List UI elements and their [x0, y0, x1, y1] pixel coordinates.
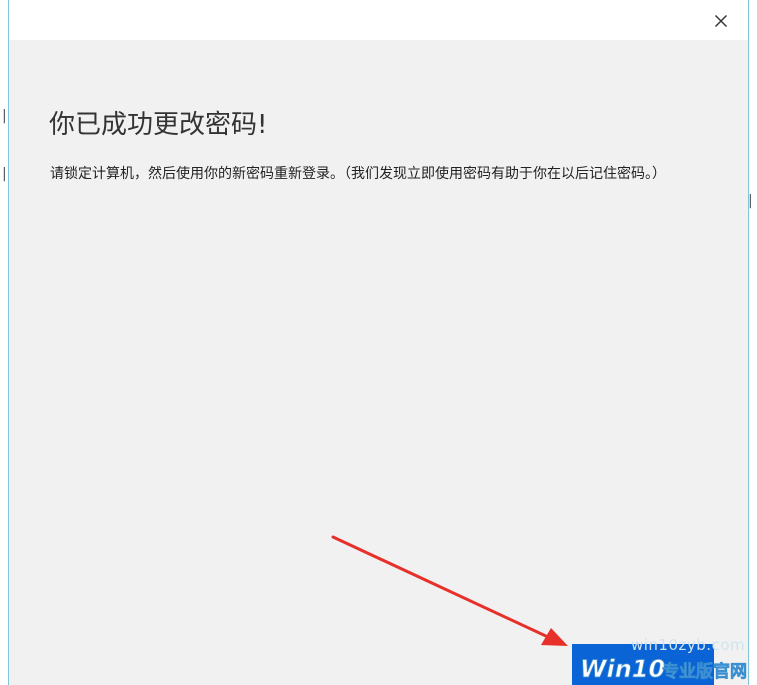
- success-heading: 你已成功更改密码!: [49, 110, 268, 140]
- watermark-logo: Win10 专业版官网: [580, 655, 748, 684]
- background-window-fragment: |: [2, 108, 7, 124]
- close-icon: [715, 15, 727, 27]
- instruction-message: 请锁定计算机，然后使用你的新密码重新登录。（我们发现立即使用密码有助于你在以后记…: [50, 166, 666, 182]
- dialog-title-bar: [9, 0, 748, 40]
- svg-text:Win10: Win10: [580, 655, 665, 683]
- change-password-dialog: 你已成功更改密码! 请锁定计算机，然后使用你的新密码重新登录。（我们发现立即使用…: [8, 0, 749, 685]
- svg-text:专业版官网: 专业版官网: [662, 661, 747, 682]
- close-button[interactable]: [708, 8, 734, 34]
- background-window-fragment: |: [2, 166, 7, 182]
- screen: | | | 你已成功更改密码! 请锁定计算机，然后使用你的新密码重新登录。（我们…: [0, 0, 757, 685]
